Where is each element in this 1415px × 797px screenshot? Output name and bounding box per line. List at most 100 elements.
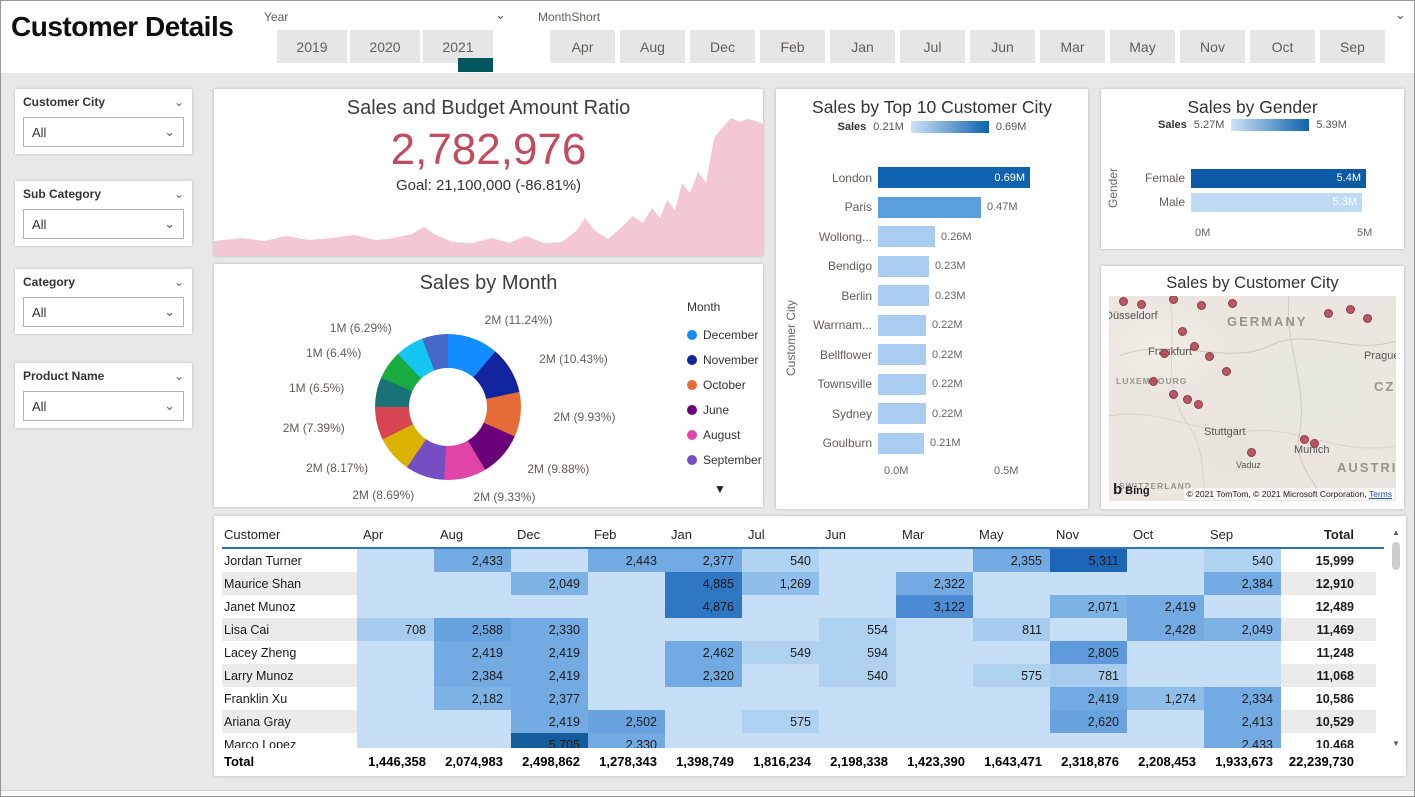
bar-row-male[interactable]: Male5.3M [1111, 190, 1396, 214]
month-value-cell[interactable] [1127, 733, 1204, 748]
month-value-cell[interactable] [1204, 664, 1281, 687]
month-value-cell[interactable]: 5,705 [511, 733, 588, 748]
month-value-cell[interactable] [973, 710, 1050, 733]
table-row[interactable]: Janet Munoz4,8763,1222,0712,41912,489 [222, 595, 1384, 618]
month-value-cell[interactable] [1127, 664, 1204, 687]
month-option-may[interactable]: May [1110, 30, 1175, 63]
month-value-cell[interactable] [742, 595, 819, 618]
column-header-sep[interactable]: Sep [1204, 521, 1281, 547]
map-data-point[interactable] [1197, 301, 1206, 310]
month-value-cell[interactable] [588, 618, 665, 641]
month-value-cell[interactable]: 540 [1204, 549, 1281, 572]
month-value-cell[interactable]: 2,182 [434, 687, 511, 710]
month-option-jul[interactable]: Jul [900, 30, 965, 63]
month-value-cell[interactable] [819, 549, 896, 572]
month-value-cell[interactable]: 575 [973, 664, 1050, 687]
table-row[interactable]: Ariana Gray2,4192,5025752,6202,41310,529 [222, 710, 1384, 733]
month-value-cell[interactable] [588, 595, 665, 618]
bar[interactable]: 0.69M [878, 167, 1030, 188]
map-data-point[interactable] [1324, 309, 1333, 318]
bar[interactable] [878, 344, 926, 365]
month-value-cell[interactable] [896, 664, 973, 687]
month-value-cell[interactable] [819, 572, 896, 595]
column-header-aug[interactable]: Aug [434, 521, 511, 547]
month-value-cell[interactable] [357, 549, 434, 572]
month-value-cell[interactable]: 2,419 [511, 664, 588, 687]
month-value-cell[interactable] [511, 595, 588, 618]
filter-dropdown[interactable]: All⌄ [23, 391, 184, 421]
month-value-cell[interactable] [357, 687, 434, 710]
month-value-cell[interactable] [1050, 572, 1127, 595]
month-value-cell[interactable] [973, 733, 1050, 748]
map-data-point[interactable] [1160, 349, 1169, 358]
terms-link[interactable]: Terms [1369, 489, 1392, 499]
bar-row-bendigo[interactable]: Bendigo0.23M [786, 252, 1080, 282]
month-value-cell[interactable]: 2,413 [1204, 710, 1281, 733]
column-header-apr[interactable]: Apr [357, 521, 434, 547]
month-value-cell[interactable]: 540 [819, 664, 896, 687]
month-value-cell[interactable] [973, 687, 1050, 710]
bottom-scroll-strip[interactable] [1, 790, 1414, 796]
month-value-cell[interactable]: 2,443 [588, 549, 665, 572]
month-value-cell[interactable] [434, 595, 511, 618]
bar[interactable] [878, 226, 935, 247]
month-value-cell[interactable] [742, 618, 819, 641]
year-slicer-scrollbar[interactable] [458, 58, 493, 72]
month-value-cell[interactable]: 781 [1050, 664, 1127, 687]
month-value-cell[interactable]: 2,433 [1204, 733, 1281, 748]
column-header-dec[interactable]: Dec [511, 521, 588, 547]
column-header-nov[interactable]: Nov [1050, 521, 1127, 547]
month-value-cell[interactable] [973, 595, 1050, 618]
month-value-cell[interactable] [1050, 733, 1127, 748]
filter-dropdown[interactable]: All⌄ [23, 297, 184, 327]
month-value-cell[interactable] [896, 733, 973, 748]
bar-row-goulburn[interactable]: Goulburn0.21M [786, 429, 1080, 459]
month-value-cell[interactable]: 554 [819, 618, 896, 641]
month-value-cell[interactable] [357, 641, 434, 664]
map-data-point[interactable] [1190, 342, 1199, 351]
map-data-point[interactable] [1310, 439, 1319, 448]
bar-row-paris[interactable]: Paris0.47M [786, 193, 1080, 223]
month-value-cell[interactable]: 2,419 [511, 641, 588, 664]
map-data-point[interactable] [1363, 314, 1372, 323]
month-value-cell[interactable] [357, 595, 434, 618]
month-value-cell[interactable] [742, 733, 819, 748]
month-value-cell[interactable] [819, 710, 896, 733]
map-data-point[interactable] [1149, 377, 1158, 386]
month-value-cell[interactable] [665, 710, 742, 733]
month-option-dec[interactable]: Dec [690, 30, 755, 63]
map-data-point[interactable] [1247, 448, 1256, 457]
month-value-cell[interactable]: 2,419 [1050, 687, 1127, 710]
table-row[interactable]: Larry Munoz2,3842,4192,32054057578111,06… [222, 664, 1384, 687]
legend-item-august[interactable]: August [687, 422, 762, 447]
map-data-point[interactable] [1346, 305, 1355, 314]
map-data-point[interactable] [1205, 352, 1214, 361]
month-value-cell[interactable] [896, 549, 973, 572]
month-value-cell[interactable] [588, 687, 665, 710]
table-row[interactable]: Franklin Xu2,1822,3772,4191,2742,33410,5… [222, 687, 1384, 710]
month-option-mar[interactable]: Mar [1040, 30, 1105, 63]
month-value-cell[interactable]: 2,384 [434, 664, 511, 687]
month-value-cell[interactable] [1204, 595, 1281, 618]
month-value-cell[interactable]: 708 [357, 618, 434, 641]
month-value-cell[interactable] [973, 641, 1050, 664]
month-value-cell[interactable] [357, 572, 434, 595]
month-slicer-dropdown-icon[interactable]: ⌄ [1395, 10, 1406, 20]
month-value-cell[interactable] [588, 664, 665, 687]
legend-item-june[interactable]: June [687, 397, 762, 422]
month-value-cell[interactable]: 2,428 [1127, 618, 1204, 641]
month-value-cell[interactable] [665, 618, 742, 641]
bar[interactable] [878, 285, 929, 306]
year-option-2019[interactable]: 2019 [277, 30, 347, 63]
month-value-cell[interactable]: 594 [819, 641, 896, 664]
month-value-cell[interactable]: 4,885 [665, 572, 742, 595]
legend-item-september[interactable]: September [687, 447, 762, 472]
bar[interactable] [878, 374, 926, 395]
month-value-cell[interactable] [434, 572, 511, 595]
month-value-cell[interactable]: 2,320 [665, 664, 742, 687]
map-data-point[interactable] [1183, 395, 1192, 404]
month-value-cell[interactable]: 4,876 [665, 595, 742, 618]
legend-item-november[interactable]: November [687, 347, 762, 372]
bar-row-sydney[interactable]: Sydney0.22M [786, 399, 1080, 429]
month-value-cell[interactable]: 2,330 [511, 618, 588, 641]
